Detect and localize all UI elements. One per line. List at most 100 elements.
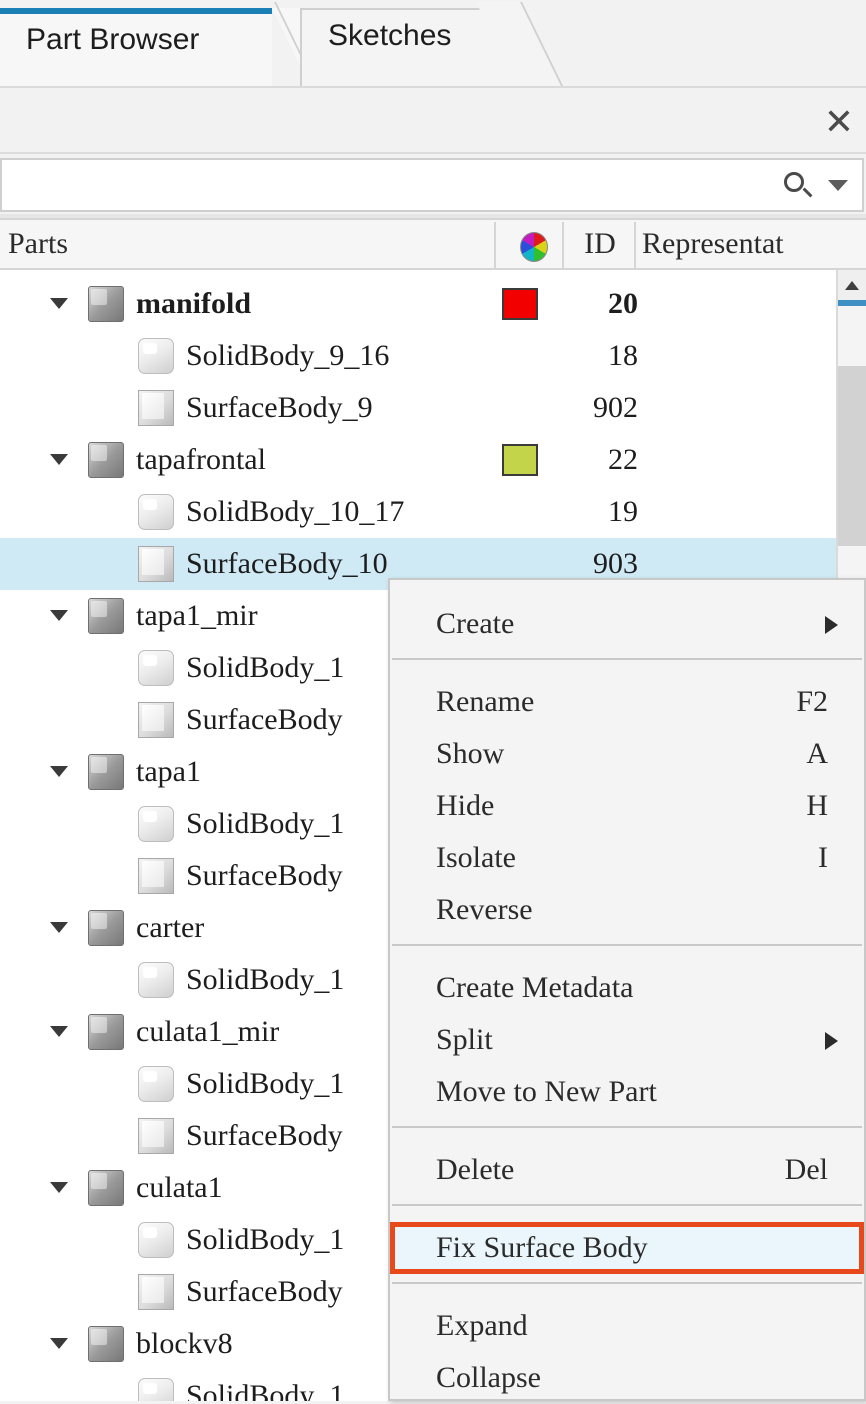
tree-row[interactable]: manifold 20 [0, 278, 836, 330]
part-cube-icon [88, 598, 124, 634]
menu-separator [392, 658, 862, 660]
solid-body-icon [138, 338, 174, 374]
menu-item-fix-surface-body[interactable]: Fix Surface Body [390, 1222, 864, 1274]
menu-item-hide[interactable]: Hide H [390, 780, 864, 832]
tree-row-id: 17 [556, 270, 638, 278]
tree-expander-triangle-icon[interactable] [50, 1026, 68, 1037]
menu-item-collapse[interactable]: Collapse [390, 1352, 864, 1404]
tree-expander-triangle-icon[interactable] [50, 766, 68, 777]
tree-row-label: tapafrontal [136, 443, 266, 476]
tree-row[interactable]: tapafrontal 22 [0, 434, 836, 486]
menu-item-rename[interactable]: Rename F2 [390, 676, 864, 728]
tree-expander-triangle-icon[interactable] [50, 298, 68, 309]
menu-item-label: Create [436, 607, 515, 640]
scroll-up-arrow-icon[interactable] [838, 270, 866, 301]
scrollbar-thumb[interactable] [838, 366, 866, 546]
tree-row-id: 20 [608, 287, 638, 320]
tree-row-label: SolidBody_8_15 [186, 270, 389, 278]
solid-body-icon [138, 1378, 174, 1401]
menu-item-label: Rename [436, 685, 535, 718]
tree-row-id: 19 [608, 495, 638, 528]
solid-body-icon [138, 494, 174, 530]
menu-separator [392, 944, 862, 946]
context-menu[interactable]: Create Rename F2 Show A Hide H Isolate I Reverse C… [388, 578, 866, 1401]
search-input[interactable] [12, 160, 776, 212]
tree-row-label: carter [136, 911, 205, 944]
tree-expander-triangle-icon[interactable] [50, 1338, 68, 1349]
menu-item-delete[interactable]: Delete Del [390, 1144, 864, 1196]
menu-item-move-to-new-part[interactable]: Move to New Part [390, 1066, 864, 1118]
column-divider-3[interactable] [634, 222, 636, 268]
column-divider-2[interactable] [562, 222, 564, 268]
color-swatch[interactable] [502, 444, 538, 476]
menu-item-label: Reverse [436, 893, 533, 926]
column-header-id[interactable]: ID [568, 220, 632, 268]
search-row [0, 156, 866, 214]
tree-row[interactable]: SolidBody_10_17 19 [0, 486, 836, 538]
menu-item-label: Create Metadata [436, 971, 634, 1004]
tree-expander-triangle-icon[interactable] [50, 454, 68, 465]
close-icon[interactable]: ✕ [818, 102, 860, 144]
color-swatch[interactable] [502, 288, 538, 320]
menu-item-reverse[interactable]: Reverse [390, 884, 864, 936]
tree-expander-triangle-icon[interactable] [50, 610, 68, 621]
menu-item-label: Show [436, 737, 505, 770]
solid-body-icon [138, 1066, 174, 1102]
menu-item-split[interactable]: Split [390, 1014, 864, 1066]
menu-item-show[interactable]: Show A [390, 728, 864, 780]
menu-item-isolate[interactable]: Isolate I [390, 832, 864, 884]
tree-row-label: SolidBody_1 [186, 1379, 345, 1401]
column-header-representation[interactable]: Representat [642, 220, 784, 268]
search-icon[interactable] [784, 172, 814, 202]
column-divider-1[interactable] [494, 222, 496, 268]
part-cube-icon [88, 442, 124, 478]
tree-row-label: SolidBody_1 [186, 651, 345, 684]
tree-row-label: SolidBody_9_16 [186, 339, 390, 372]
solid-body-icon [138, 806, 174, 842]
tree-row-label: SolidBody_1 [186, 807, 345, 840]
tree-row-label: SurfaceBody [186, 1119, 343, 1152]
tree-row-label: culata1 [136, 1171, 223, 1204]
tab-part-browser-label: Part Browser [26, 23, 200, 56]
surface-body-icon [138, 390, 174, 426]
tree-row-label: SurfaceBody_9 [186, 391, 373, 424]
tree-row-label: tapa1 [136, 755, 201, 788]
menu-item-create-metadata[interactable]: Create Metadata [390, 962, 864, 1014]
tab-part-browser[interactable]: Part Browser [0, 8, 314, 94]
tab-bar: Part Browser Sketches [0, 0, 866, 94]
menu-item-label: Isolate [436, 841, 516, 874]
panel-titlebar: ✕ [0, 88, 866, 154]
menu-item-label: Split [436, 1023, 493, 1056]
tree-column-header: Parts ID Representat [0, 218, 866, 270]
menu-item-label: Delete [436, 1153, 515, 1186]
tree-row[interactable]: SolidBody_9_16 18 [0, 330, 836, 382]
part-cube-icon [88, 286, 124, 322]
tab-sketches-label: Sketches [328, 19, 452, 52]
color-wheel-icon[interactable] [520, 232, 548, 262]
search-box[interactable] [0, 158, 864, 212]
titlebar-separator [0, 152, 866, 154]
surface-body-icon [138, 546, 174, 582]
surface-body-icon [138, 1118, 174, 1154]
tree-row-label: SurfaceBody [186, 1275, 343, 1308]
column-header-parts[interactable]: Parts [8, 220, 68, 268]
menu-item-label: Move to New Part [436, 1075, 657, 1108]
menu-separator [392, 1126, 862, 1128]
solid-body-icon [138, 962, 174, 998]
tree-row[interactable]: SolidBody_8_15 17 [0, 270, 836, 278]
menu-item-label: Fix Surface Body [436, 1231, 648, 1264]
menu-item-shortcut: F2 [796, 685, 828, 718]
menu-item-shortcut: Del [784, 1153, 828, 1186]
tree-row-label: SurfaceBody_10 [186, 547, 388, 580]
chevron-down-icon[interactable] [828, 180, 848, 191]
menu-item-shortcut: H [806, 789, 828, 822]
surface-body-icon [138, 858, 174, 894]
menu-item-expand[interactable]: Expand [390, 1300, 864, 1352]
tree-row-id: 902 [593, 391, 638, 424]
tree-expander-triangle-icon[interactable] [50, 1182, 68, 1193]
tree-row[interactable]: SurfaceBody_9 902 [0, 382, 836, 434]
tree-row-label: SolidBody_10_17 [186, 495, 405, 528]
tree-row-id: 18 [608, 339, 638, 372]
tree-expander-triangle-icon[interactable] [50, 922, 68, 933]
menu-item-create[interactable]: Create [390, 598, 864, 650]
